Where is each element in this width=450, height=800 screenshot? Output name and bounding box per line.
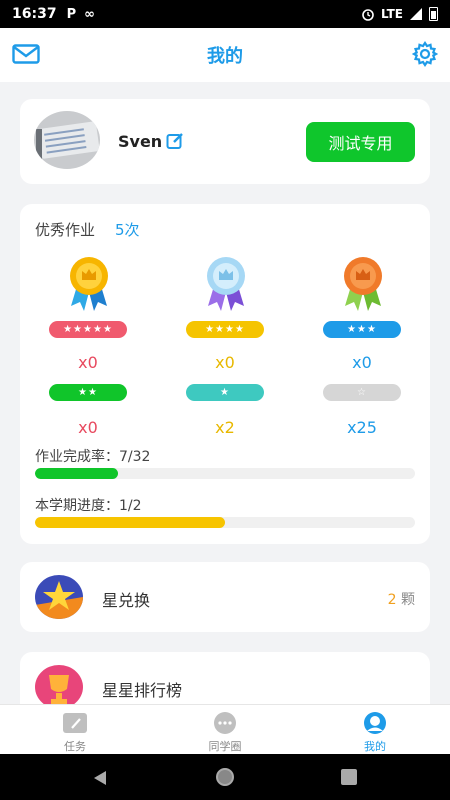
alarm-icon: [362, 9, 374, 21]
star-ranking-title: 星星排行榜: [102, 681, 183, 700]
infinity-icon: ∞: [84, 6, 95, 22]
back-icon[interactable]: [92, 770, 108, 786]
network-label: LTE: [380, 7, 403, 21]
pill-3-stars: ★★★: [323, 321, 401, 338]
status-right: LTE: [361, 7, 438, 21]
star-exchange-row[interactable]: 星兑换 2 颗: [20, 562, 430, 632]
top-navbar: 我的: [0, 28, 450, 82]
status-bar: 16:37 P ∞ LTE: [0, 0, 450, 28]
parking-icon: P: [66, 6, 77, 22]
count-5-stars: x0: [78, 353, 98, 372]
signal-icon: [410, 8, 422, 20]
semester-progress-fill: [35, 517, 225, 528]
bronze-medal-icon: [344, 257, 382, 311]
gold-medal-icon: [70, 257, 108, 311]
pill-0-stars: ☆: [323, 384, 401, 401]
home-icon[interactable]: [216, 768, 234, 786]
count-4-stars: x0: [215, 353, 235, 372]
pill-1-star: ★: [186, 384, 264, 401]
tab-classmates-label: 同学圈: [208, 740, 242, 753]
count-3-stars: x0: [352, 353, 372, 372]
star-unit: 颗: [401, 592, 415, 608]
status-time: 16:37: [12, 6, 57, 22]
username: Sven: [118, 132, 163, 151]
tab-task-label: 任务: [64, 740, 86, 753]
battery-icon: [429, 7, 438, 21]
homework-label: 优秀作业: [35, 221, 96, 239]
avatar[interactable]: [34, 111, 100, 169]
semester-progress-bar: [35, 517, 415, 528]
main-content: Sven 测试专用 优秀作业 5次 ★★★★★ x0 ★★ x0 ★★★★ x0…: [0, 82, 450, 704]
star-ranking-row[interactable]: 星星排行榜: [20, 652, 430, 704]
pill-4-stars: ★★★★: [186, 321, 264, 338]
page-title: 我的: [207, 46, 243, 67]
pill-5-stars: ★★★★★: [49, 321, 127, 338]
system-navigation-bar: [0, 754, 450, 800]
tab-profile-label: 我的: [364, 740, 386, 753]
completion-progress-fill: [35, 468, 119, 479]
gear-icon[interactable]: [412, 41, 438, 67]
test-button[interactable]: 测试专用: [306, 122, 415, 162]
edit-icon[interactable]: [166, 132, 184, 150]
chat-icon: [214, 712, 236, 734]
homework-card: 优秀作业 5次 ★★★★★ x0 ★★ x0 ★★★★ x0 ★ x2 ★★★ …: [20, 204, 430, 544]
count-1-star: x2: [215, 418, 235, 437]
mail-icon[interactable]: [12, 44, 40, 64]
profile-card: Sven 测试专用: [20, 99, 430, 184]
star-exchange-value: 2 颗: [388, 589, 415, 609]
silver-medal-icon: [207, 257, 245, 311]
count-2-stars: x0: [78, 418, 98, 437]
profile-icon: [364, 712, 386, 734]
pill-2-stars: ★★: [49, 384, 127, 401]
completion-progress-bar: [35, 468, 415, 479]
star-count: 2: [387, 592, 397, 608]
bottom-tab-bar: 任务 同学圈 我的: [0, 704, 450, 754]
completion-label: 作业完成率：7/32: [35, 449, 151, 465]
recent-apps-icon[interactable]: [341, 769, 357, 785]
trophy-icon: [35, 665, 83, 704]
count-0-stars: x25: [347, 418, 377, 437]
tab-profile[interactable]: 我的: [300, 705, 450, 755]
tab-classmates[interactable]: 同学圈: [150, 705, 300, 755]
star-exchange-title: 星兑换: [102, 591, 151, 610]
tab-task[interactable]: 任务: [0, 705, 150, 755]
star-exchange-icon: [35, 575, 83, 619]
task-icon: [63, 713, 87, 733]
semester-label: 本学期进度：1/2: [35, 498, 142, 514]
homework-count: 5次: [115, 221, 140, 239]
